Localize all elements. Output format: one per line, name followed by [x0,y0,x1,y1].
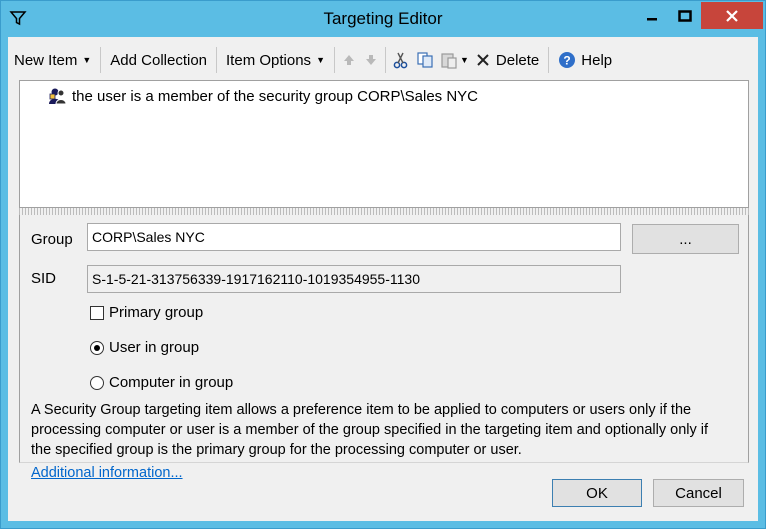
new-item-menu[interactable]: New Item ▼ [8,46,97,74]
toolbar-separator [333,47,335,73]
toolbar-separator [548,47,550,73]
targeting-tree[interactable]: the user is a member of the security gro… [19,80,749,208]
help-icon: ? [559,52,576,68]
maximize-icon [678,9,692,22]
cancel-label: Cancel [675,484,722,502]
close-icon [726,9,738,22]
tree-item-label: the user is a member of the security gro… [72,87,478,105]
add-collection-label: Add Collection [110,51,208,69]
move-up-button[interactable] [338,46,360,74]
properties-panel: Group CORP\Sales NYC ... SID S-1-5-21-31… [19,215,749,481]
close-button[interactable] [701,2,763,29]
primary-group-label[interactable]: Primary group [109,304,203,321]
ok-button[interactable]: OK [552,479,642,507]
toolbar-separator [384,47,386,73]
browse-button[interactable]: ... [632,224,739,254]
new-item-label: New Item [14,51,78,69]
maximize-button[interactable] [669,2,701,29]
move-down-button[interactable] [360,46,382,74]
user-in-group-label[interactable]: User in group [109,339,199,356]
item-options-menu[interactable]: Item Options ▼ [220,46,331,74]
copy-icon [417,52,433,68]
tree-item[interactable]: the user is a member of the security gro… [47,85,478,107]
group-label-text: Group [31,231,73,248]
help-label: Help [581,51,613,69]
description-text: A Security Group targeting item allows a… [31,402,709,458]
help-button[interactable]: ? Help [552,46,618,74]
sid-label: SID [31,270,56,287]
cut-button[interactable] [389,46,413,74]
sid-label-text: SID [31,270,57,287]
pane-splitter[interactable] [19,208,749,215]
toolbar: New Item ▼ Add Collection Item Options ▼ [8,43,758,77]
chevron-down-icon: ▼ [459,55,469,65]
paste-icon [441,53,457,69]
svg-text:?: ? [564,54,571,68]
computer-in-group-radio[interactable] [90,376,104,390]
arrow-up-icon [343,55,354,65]
delete-x-icon [477,54,489,66]
targeting-editor-window: Targeting Editor New Item ▼ Add Collecti… [0,0,766,529]
toolbar-separator [100,47,102,73]
add-collection-button[interactable]: Add Collection [104,46,213,74]
dialog-client-area: New Item ▼ Add Collection Item Options ▼ [8,37,758,521]
chevron-down-icon: ▼ [316,55,325,65]
scissors-icon [393,52,408,69]
arrow-down-icon [365,55,376,65]
minimize-button[interactable] [635,2,669,29]
cancel-button[interactable]: Cancel [653,479,744,507]
delete-button[interactable]: Delete [470,46,545,74]
item-options-label: Item Options [226,51,312,69]
computer-in-group-label[interactable]: Computer in group [109,374,233,391]
browse-label: ... [679,230,692,248]
minimize-icon [647,17,657,20]
ok-label: OK [586,484,608,502]
delete-label: Delete [495,51,540,69]
copy-button[interactable] [413,46,437,74]
title-bar[interactable]: Targeting Editor [1,1,765,37]
paste-button[interactable]: ▼ [437,46,470,74]
group-label: Group [31,231,73,248]
toolbar-separator [216,47,218,73]
user-in-group-radio[interactable] [90,341,104,355]
additional-info-link[interactable]: Additional information... [31,465,183,481]
security-group-icon [47,85,69,107]
sid-field: S-1-5-21-313756339-1917162110-1019354955… [87,265,621,293]
group-input[interactable]: CORP\Sales NYC [87,223,621,251]
chevron-down-icon: ▼ [82,55,92,65]
primary-group-checkbox[interactable] [90,306,104,320]
